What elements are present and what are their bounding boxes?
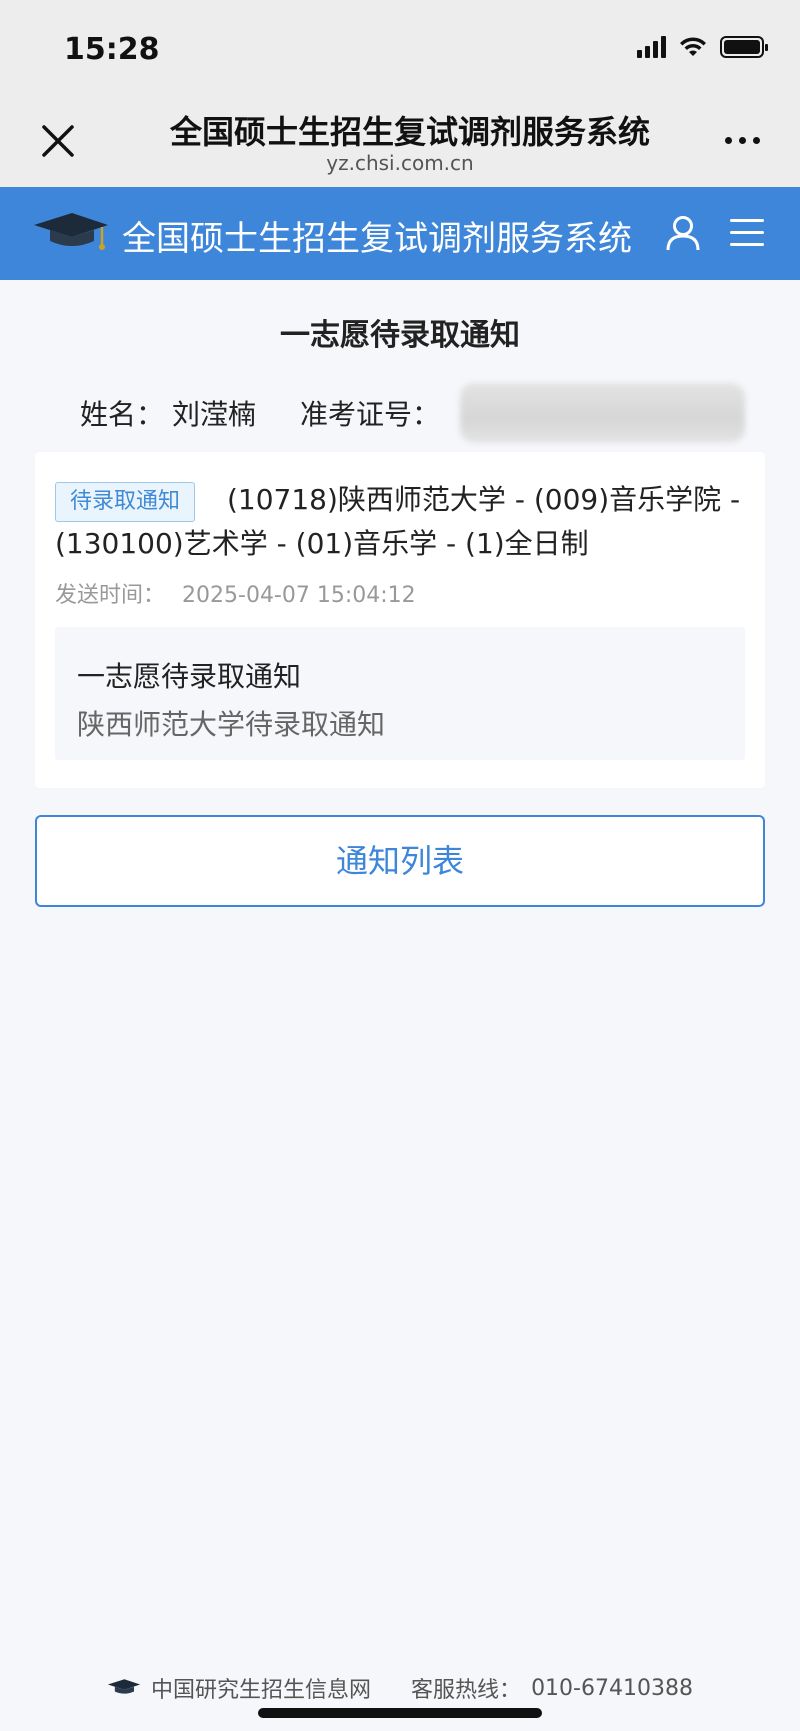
exam-id-redacted (460, 383, 746, 443)
menu-icon[interactable] (730, 219, 764, 255)
user-icon[interactable] (666, 215, 700, 251)
status-icons (637, 36, 768, 58)
webview-header: 全国硕士生招生复试调剂服务系统 yz.chsi.com.cn (0, 95, 800, 187)
notice-card[interactable]: (10718)陕西师范大学 - (009)音乐学院 - (130100)艺术学 … (35, 452, 765, 788)
site-title: 全国硕士生招生复试调剂服务系统 (122, 219, 632, 259)
name-label: 姓名： (80, 398, 165, 431)
footer: 中国研究生招生信息网 客服热线： 010-67410388 (0, 1672, 800, 1704)
message-title: 一志愿待录取通知 (77, 660, 302, 693)
send-time-value: 2025-04-07 15:04:12 (182, 583, 416, 608)
footer-site-link[interactable]: 中国研究生招生信息网 (151, 1672, 371, 1704)
site-header: 全国硕士生招生复试调剂服务系统 (0, 187, 800, 280)
name-value: 刘滢楠 (172, 398, 257, 431)
exam-id-label: 准考证号： (300, 398, 441, 431)
status-badge: 待录取通知 (55, 482, 196, 522)
graduation-cap-icon (107, 1679, 141, 1694)
status-time: 15:28 (64, 32, 160, 67)
page-heading: 一志愿待录取通知 (280, 318, 520, 353)
home-indicator (258, 1708, 542, 1718)
hotline-number[interactable]: 010-67410388 (531, 1676, 693, 1701)
message-box: 一志愿待录取通知 陕西师范大学待录取通知 (55, 627, 745, 760)
webview-domain: yz.chsi.com.cn (326, 151, 474, 175)
hotline-label: 客服热线： (411, 1678, 522, 1703)
send-time-label: 发送时间： (55, 583, 166, 608)
candidate-info: 姓名： 刘滢楠 准考证号： (80, 383, 746, 443)
signal-icon (637, 36, 666, 58)
wifi-icon (680, 37, 706, 56)
send-time: 发送时间： 2025-04-07 15:04:12 (55, 577, 416, 609)
message-body: 陕西师范大学待录取通知 (77, 708, 386, 741)
graduation-cap-icon (34, 213, 108, 250)
status-bar: 15:28 (0, 0, 800, 95)
notification-list-button[interactable]: 通知列表 (35, 815, 765, 907)
battery-icon (720, 36, 768, 58)
webview-title: 全国硕士生招生复试调剂服务系统 (169, 113, 650, 151)
more-icon[interactable] (725, 137, 760, 144)
